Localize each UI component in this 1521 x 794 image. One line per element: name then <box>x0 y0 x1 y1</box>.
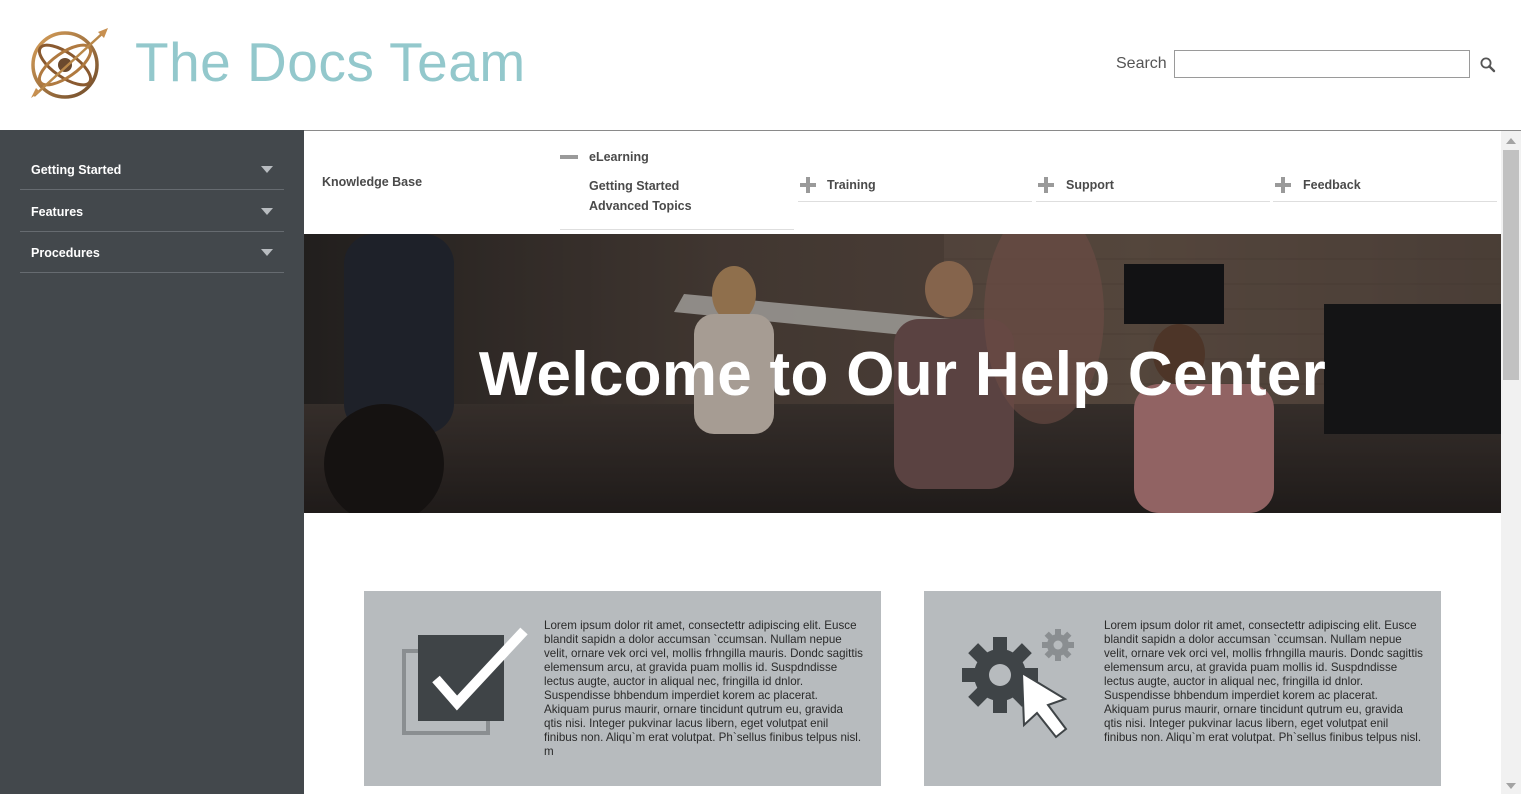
divider <box>798 201 1032 202</box>
scrollbar-thumb[interactable] <box>1503 150 1519 380</box>
hero-banner: Welcome to Our Help Center <box>304 234 1501 513</box>
sidebar-item-getting-started[interactable]: Getting Started <box>20 149 284 190</box>
nav-knowledge-base[interactable]: Knowledge Base <box>322 175 422 189</box>
search-label: Search <box>1116 55 1167 72</box>
scroll-up-icon[interactable] <box>1506 138 1516 144</box>
sidebar: Getting Started Features Procedures <box>0 130 304 794</box>
nav-elearning-advanced-topics[interactable]: Advanced Topics <box>589 199 692 213</box>
site-title[interactable]: The Docs Team <box>135 30 526 94</box>
expand-icon[interactable] <box>1275 177 1291 193</box>
logo-icon[interactable] <box>28 26 110 100</box>
search-input[interactable] <box>1174 50 1470 78</box>
nav-support[interactable]: Support <box>1066 178 1114 192</box>
divider <box>560 229 794 230</box>
card-text: Lorem ipsum dolor rit amet, consectettr … <box>544 619 863 758</box>
sidebar-item-label: Features <box>31 205 84 219</box>
expand-icon[interactable] <box>1038 177 1054 193</box>
main-content: Knowledge Base eLearning Getting Started… <box>304 130 1521 794</box>
settings-cursor-icon <box>962 629 1074 739</box>
scrollbar[interactable] <box>1501 131 1521 794</box>
checkbox-icon <box>402 627 528 735</box>
scroll-down-icon[interactable] <box>1506 783 1516 789</box>
collapse-icon[interactable] <box>560 155 578 159</box>
sidebar-item-procedures[interactable]: Procedures <box>20 232 284 273</box>
info-card: Lorem ipsum dolor rit amet, consectettr … <box>364 591 881 786</box>
divider <box>1036 201 1270 202</box>
hero-title: Welcome to Our Help Center <box>478 340 1327 409</box>
divider <box>1273 201 1497 202</box>
chevron-down-icon[interactable] <box>261 249 273 256</box>
card-text: Lorem ipsum dolor rit amet, consectettr … <box>1104 619 1423 744</box>
nav-elearning[interactable]: eLearning <box>589 150 649 164</box>
sidebar-item-label: Getting Started <box>31 163 122 177</box>
nav-feedback[interactable]: Feedback <box>1303 178 1361 192</box>
sidebar-item-label: Procedures <box>31 246 100 260</box>
nav-training[interactable]: Training <box>827 178 876 192</box>
nav-elearning-getting-started[interactable]: Getting Started <box>589 179 679 193</box>
chevron-down-icon[interactable] <box>261 208 273 215</box>
search-icon[interactable] <box>1478 55 1498 75</box>
expand-icon[interactable] <box>800 177 816 193</box>
sidebar-item-features[interactable]: Features <box>20 191 284 232</box>
site-header: The Docs Team Search <box>0 0 1521 130</box>
info-card: Lorem ipsum dolor rit amet, consectettr … <box>924 591 1441 786</box>
chevron-down-icon[interactable] <box>261 166 273 173</box>
